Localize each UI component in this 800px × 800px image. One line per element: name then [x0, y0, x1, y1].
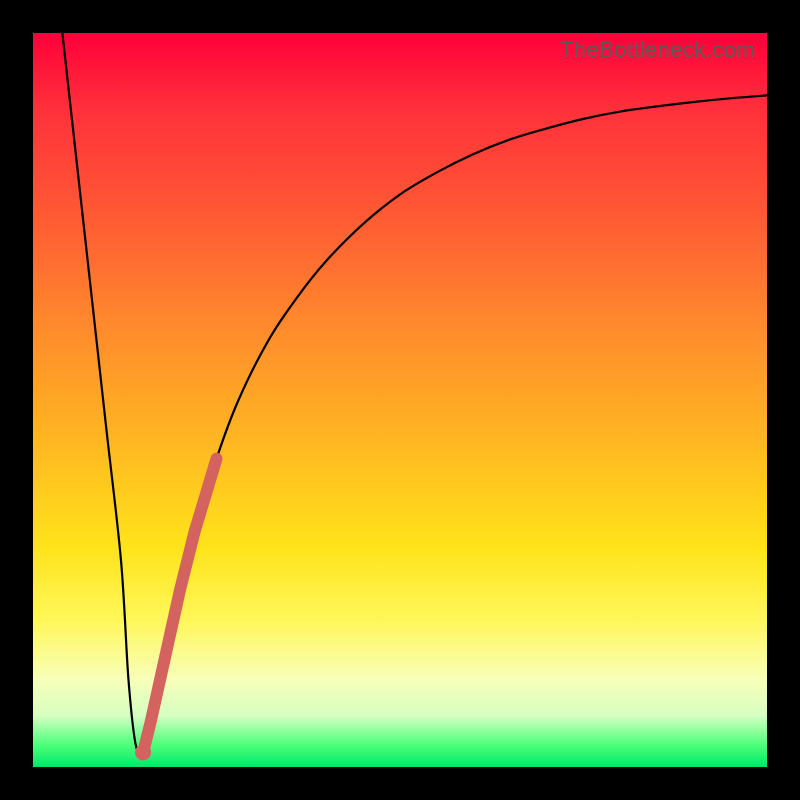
chart-frame: TheBottleneck.com [0, 0, 800, 800]
highlighted-segment [143, 459, 216, 753]
plot-area: TheBottleneck.com [33, 33, 767, 767]
minimum-marker-icon [135, 744, 151, 760]
curve-layer [33, 33, 767, 767]
